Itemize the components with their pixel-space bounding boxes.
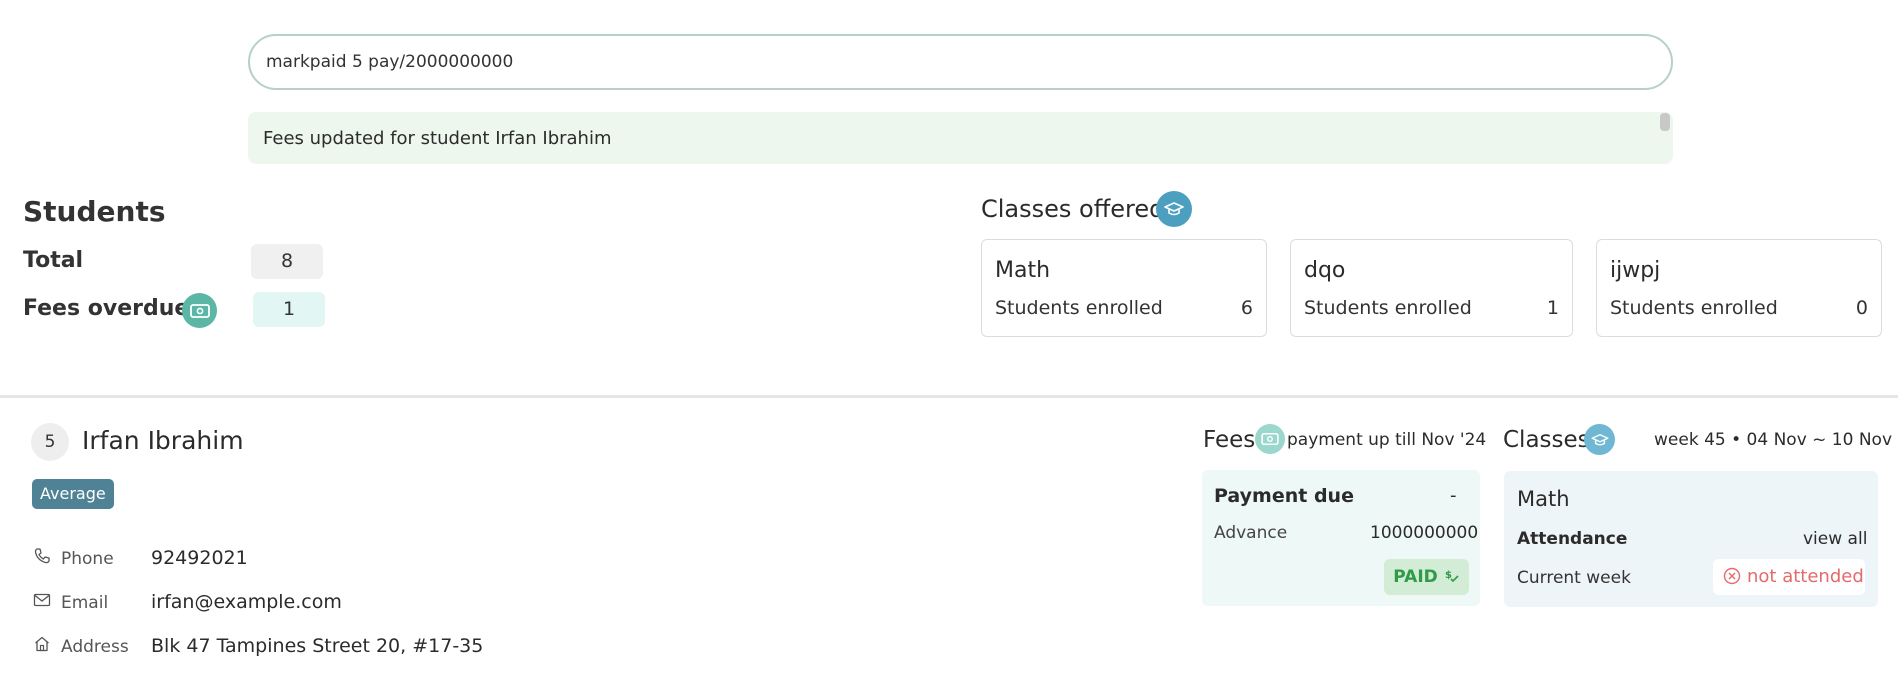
total-count: 8	[251, 244, 323, 279]
phone-label: Phone	[61, 549, 114, 569]
class-name: ijwpj	[1610, 258, 1661, 283]
student-index-badge: 5	[31, 423, 69, 461]
x-circle-icon	[1723, 567, 1741, 585]
fees-overdue-count: 1	[253, 292, 325, 327]
email-label: Email	[61, 593, 109, 613]
result-display: Fees updated for student Irfan Ibrahim	[248, 112, 1673, 164]
result-scrollbar[interactable]	[1660, 113, 1670, 131]
enrolled-count: 0	[1855, 297, 1868, 319]
fees-paid-until: payment up till Nov '24	[1287, 430, 1487, 450]
class-name: Math	[995, 258, 1051, 283]
attendance-label: Attendance	[1517, 529, 1628, 549]
total-label: Total	[23, 248, 84, 273]
fees-status-badge: PAID $	[1384, 559, 1469, 595]
classes-offered-title: Classes offered	[981, 195, 1165, 223]
graduation-cap-icon	[1156, 191, 1192, 227]
email-icon	[33, 591, 51, 609]
attendance-status-text: not attended	[1747, 566, 1864, 587]
class-card-dqo[interactable]: dqo Students enrolled 1	[1290, 239, 1573, 337]
advance-value: 1000000000	[1370, 523, 1479, 543]
command-input[interactable]	[248, 34, 1673, 90]
view-all-link[interactable]: view all	[1803, 529, 1867, 549]
enrolled-label: Students enrolled	[1610, 297, 1778, 319]
attendance-status-badge: not attended	[1713, 559, 1865, 595]
class-card-ijwpj[interactable]: ijwpj Students enrolled 0	[1596, 239, 1882, 337]
panel-divider[interactable]	[0, 395, 1898, 398]
student-name: Irfan Ibrahim	[82, 426, 244, 455]
payment-due-value: -	[1450, 485, 1457, 506]
payment-due-label: Payment due	[1214, 485, 1354, 507]
money-icon	[1255, 424, 1285, 454]
fees-title: Fees	[1203, 427, 1256, 453]
advance-label: Advance	[1214, 523, 1288, 543]
phone-value: 92492021	[151, 547, 248, 569]
students-title: Students	[23, 195, 166, 228]
current-week-label: Current week	[1517, 568, 1631, 588]
home-icon	[33, 635, 51, 653]
enrolled-label: Students enrolled	[995, 297, 1163, 319]
email-value: irfan@example.com	[151, 591, 342, 613]
enrolled-count: 1	[1546, 297, 1559, 319]
money-check-icon: $	[1445, 570, 1459, 583]
fees-status-text: PAID	[1393, 567, 1438, 587]
address-value: Blk 47 Tampines Street 20, #17-35	[151, 635, 484, 657]
address-label: Address	[61, 637, 129, 657]
class-name: Math	[1517, 487, 1570, 511]
graduation-cap-icon	[1584, 424, 1615, 455]
classes-title: Classes	[1503, 427, 1590, 453]
fees-overdue-label: Fees overdue	[23, 296, 190, 321]
phone-icon	[33, 547, 51, 565]
week-range: week 45 • 04 Nov ~ 10 Nov	[1654, 430, 1893, 450]
result-message: Fees updated for student Irfan Ibrahim	[263, 128, 612, 149]
class-name: dqo	[1304, 258, 1346, 283]
student-tag: Average	[32, 479, 114, 509]
enrolled-count: 6	[1240, 297, 1253, 319]
money-icon	[182, 293, 217, 328]
class-card-math[interactable]: Math Students enrolled 6	[981, 239, 1267, 337]
enrolled-label: Students enrolled	[1304, 297, 1472, 319]
